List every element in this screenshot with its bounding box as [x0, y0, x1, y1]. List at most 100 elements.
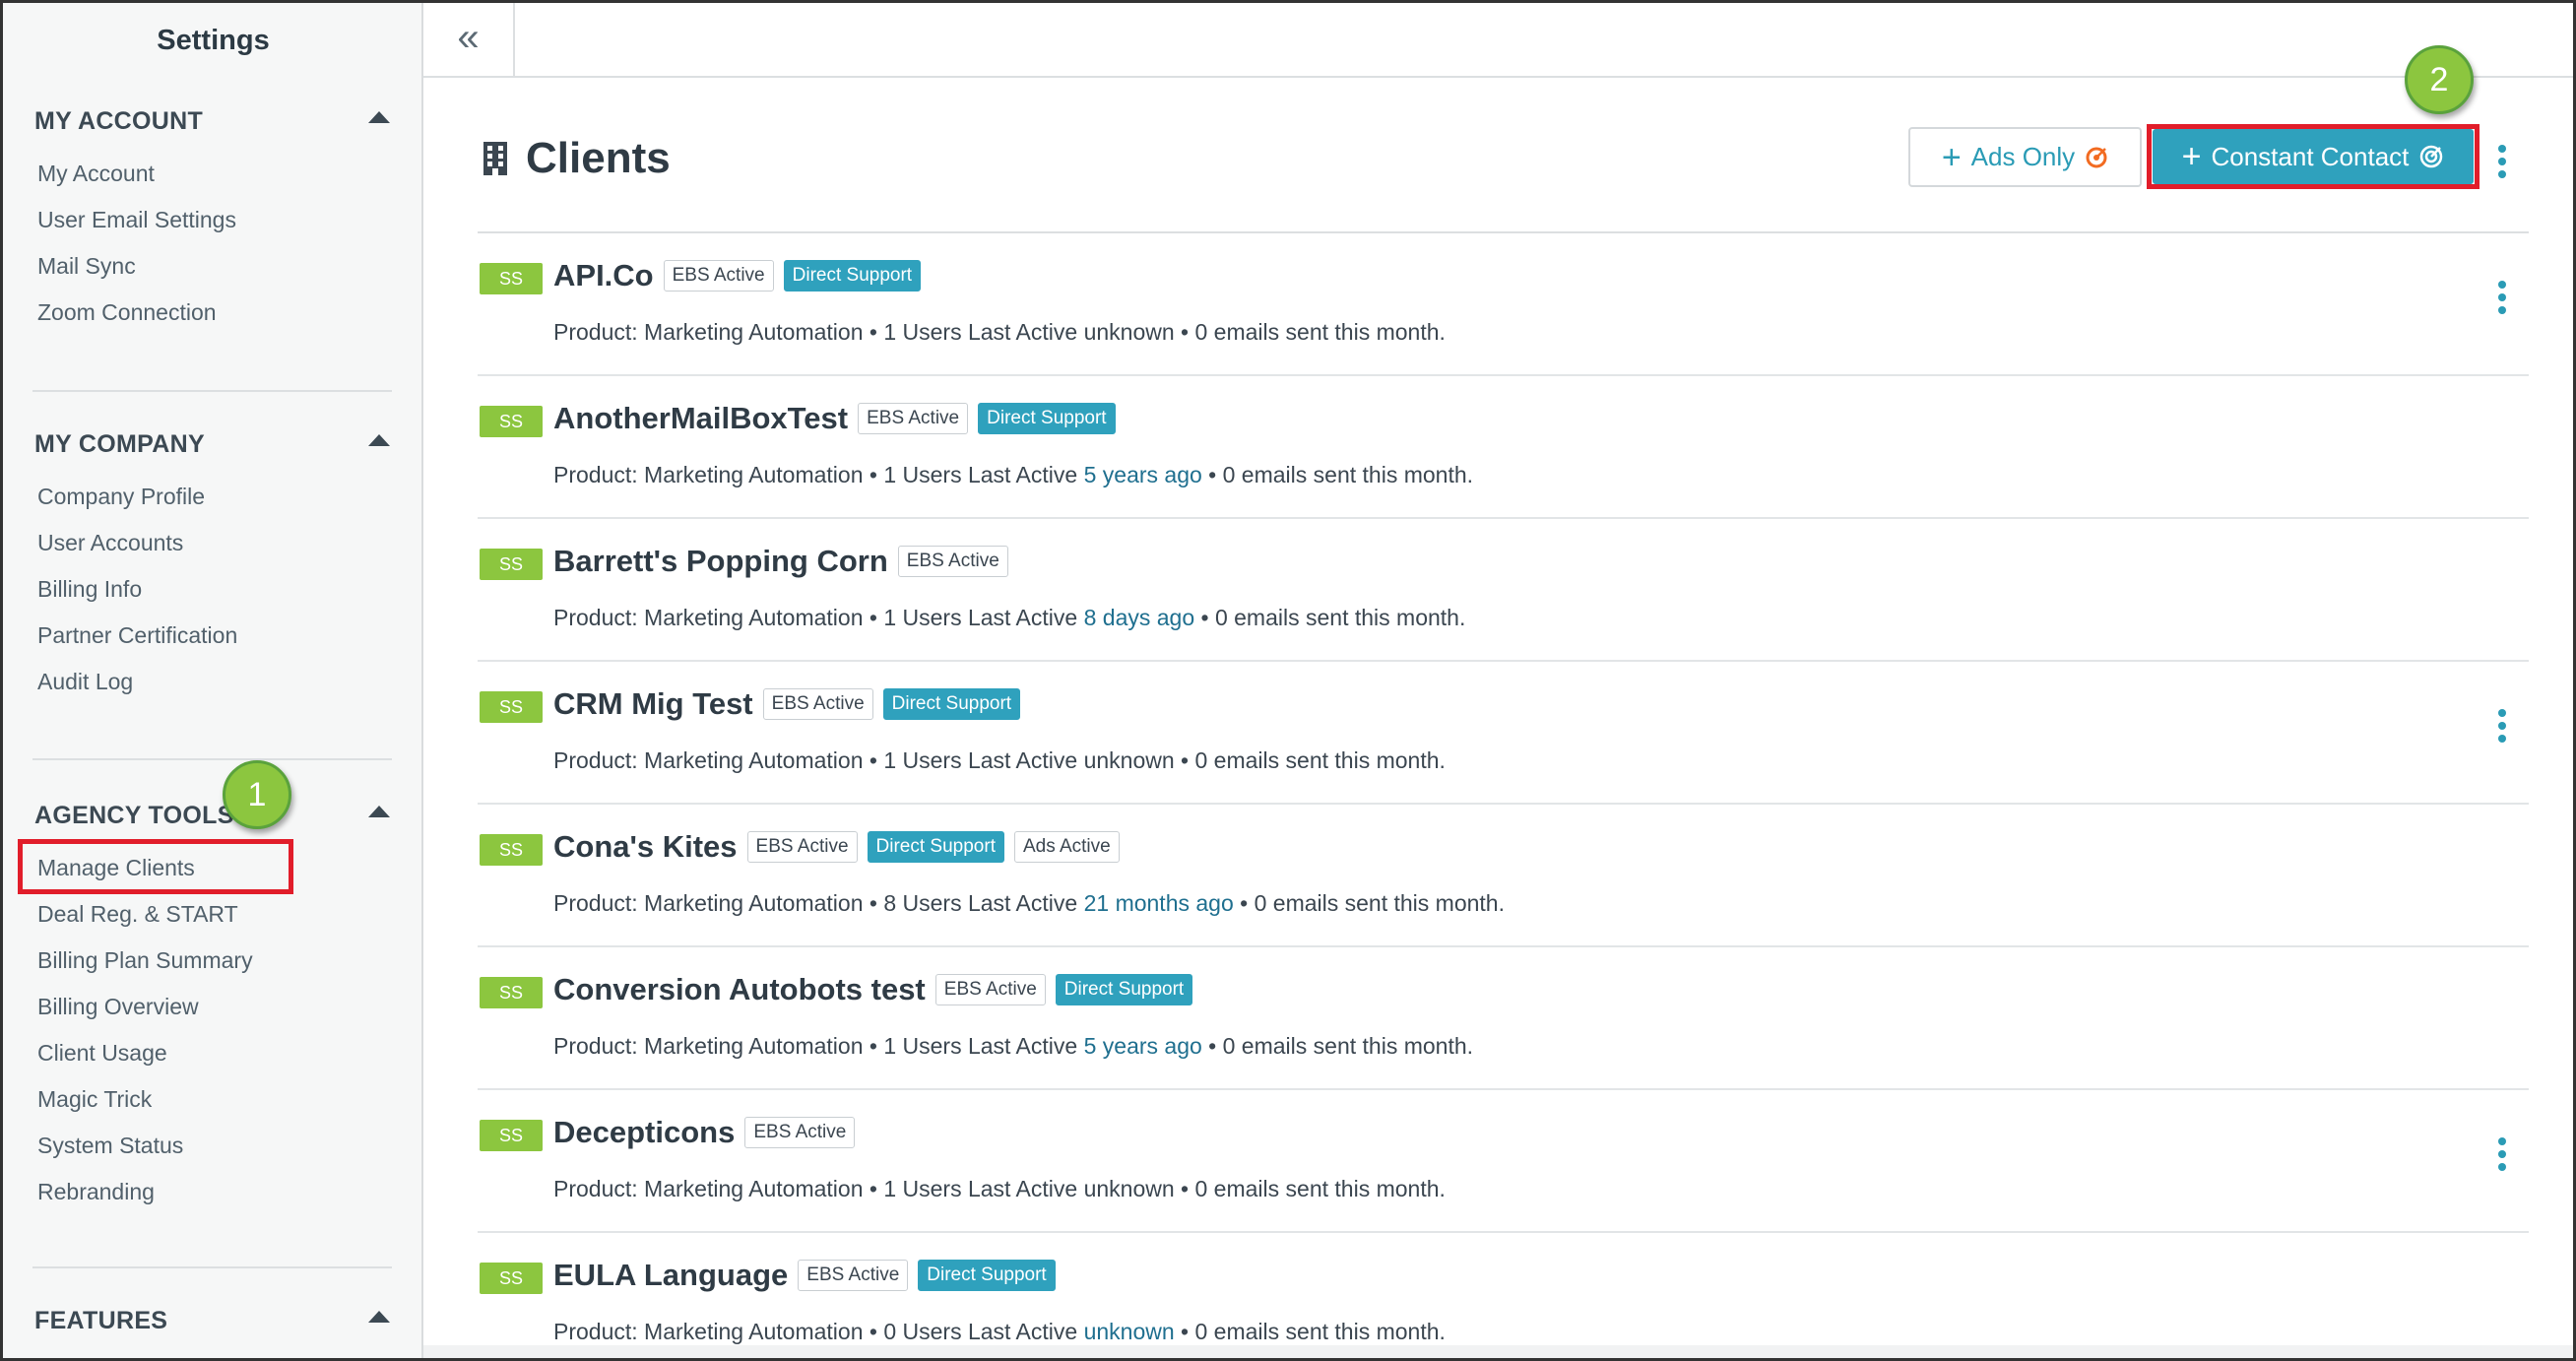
- caret-up-icon[interactable]: [368, 434, 390, 446]
- client-name-line: Decepticons EBS Active: [553, 1115, 856, 1150]
- client-row[interactable]: SS Conversion Autobots test EBS Active Dire…: [478, 947, 2529, 1090]
- sidebar-title: Settings: [157, 25, 270, 56]
- sidebar-item-system-status[interactable]: System Status: [32, 1123, 392, 1169]
- row-menu-kebab-icon[interactable]: [2497, 281, 2507, 314]
- last-active-value: unknown: [1083, 319, 1175, 345]
- plus-icon: +: [1941, 138, 1962, 176]
- section-my-company: MY COMPANY Company Profile User Accounts…: [32, 424, 392, 705]
- client-meta-prefix: Product: Marketing Automation • 1 Users …: [553, 1176, 1084, 1201]
- client-row[interactable]: SS CRM Mig Test EBS Active Direct Support Pr…: [478, 662, 2529, 805]
- row-menu-kebab-icon[interactable]: [2497, 1137, 2507, 1171]
- last-active-value[interactable]: 5 years ago: [1084, 1033, 1202, 1059]
- add-ads-only-label: Ads Only: [1970, 142, 2076, 171]
- ss-badge: SS: [480, 691, 543, 723]
- sidebar-item-billing-plan-summary[interactable]: Billing Plan Summary: [32, 938, 392, 984]
- client-meta-suffix: • 0 emails sent this month.: [1174, 1176, 1446, 1201]
- callout-step-1: 1: [223, 760, 291, 829]
- sidebar-item-client-usage[interactable]: Client Usage: [32, 1030, 392, 1076]
- last-active-value[interactable]: 5 years ago: [1084, 462, 1202, 487]
- status-badge: EBS Active: [858, 403, 969, 434]
- client-name-line: Barrett's Popping Corn EBS Active: [553, 544, 1008, 579]
- sidebar-item-deal-reg-start[interactable]: Deal Reg. & START: [32, 891, 392, 938]
- sidebar-item-user-accounts[interactable]: User Accounts: [32, 520, 392, 566]
- section-header-features[interactable]: FEATURES: [32, 1301, 392, 1350]
- client-row[interactable]: SS EULA Language EBS Active Direct Support P…: [478, 1233, 2529, 1361]
- last-active-value: unknown: [1083, 747, 1175, 773]
- sidebar-item-billing-info[interactable]: Billing Info: [32, 566, 392, 613]
- target-icon: [2086, 147, 2107, 167]
- client-meta: Product: Marketing Automation • 1 Users …: [553, 1176, 1446, 1202]
- page-menu-kebab-icon[interactable]: [2497, 145, 2507, 178]
- sidebar-item-user-email-settings[interactable]: User Email Settings: [32, 197, 392, 243]
- status-badge: Ads Active: [1013, 831, 1120, 863]
- client-meta-prefix: Product: Marketing Automation • 1 Users …: [553, 1033, 1084, 1059]
- status-badge: Direct Support: [918, 1260, 1056, 1291]
- caret-up-icon[interactable]: [368, 111, 390, 123]
- client-row[interactable]: SS Decepticons EBS Active Product: Marketin…: [478, 1090, 2529, 1233]
- section-divider: [32, 758, 392, 760]
- client-meta-suffix: • 0 emails sent this month.: [1174, 747, 1446, 773]
- status-badge: Direct Support: [978, 403, 1116, 434]
- section-divider: [32, 390, 392, 392]
- sidebar-item-audit-log[interactable]: Audit Log: [32, 659, 392, 705]
- last-active-value[interactable]: unknown: [1084, 1319, 1175, 1344]
- status-badge: Direct Support: [1055, 974, 1193, 1005]
- callout-step-2: 2: [2405, 45, 2474, 114]
- status-badge: EBS Active: [897, 546, 1008, 577]
- section-header-my-company[interactable]: MY COMPANY: [32, 424, 392, 474]
- ss-badge: SS: [480, 263, 543, 294]
- client-meta-suffix: • 0 emails sent this month.: [1174, 1319, 1446, 1344]
- client-meta-prefix: Product: Marketing Automation • 1 Users …: [553, 462, 1084, 487]
- row-menu-kebab-icon[interactable]: [2497, 709, 2507, 743]
- page-title-text: Clients: [526, 134, 671, 182]
- sidebar-item-magic-trick[interactable]: Magic Trick: [32, 1076, 392, 1123]
- client-meta-prefix: Product: Marketing Automation • 0 Users …: [553, 1319, 1084, 1344]
- sidebar-item-mail-sync[interactable]: Mail Sync: [32, 243, 392, 290]
- client-meta: Product: Marketing Automation • 1 Users …: [553, 462, 1473, 488]
- client-row[interactable]: SS Cona's Kites EBS Active Direct Support Ad…: [478, 805, 2529, 947]
- sidebar-item-billing-overview[interactable]: Billing Overview: [32, 984, 392, 1030]
- section-title: FEATURES: [34, 1307, 168, 1334]
- client-name-line: Cona's Kites EBS Active Direct Support Ads …: [553, 829, 1120, 865]
- section-header-agency-tools[interactable]: AGENCY TOOLS: [32, 796, 392, 845]
- client-name-link[interactable]: CRM Mig Test: [553, 686, 753, 722]
- sidebar-item-zoom-connection[interactable]: Zoom Connection: [32, 290, 392, 336]
- last-active-value[interactable]: 21 months ago: [1084, 890, 1234, 916]
- section-features: FEATURES: [32, 1301, 392, 1350]
- client-meta-prefix: Product: Marketing Automation • 8 Users …: [553, 890, 1084, 916]
- highlight-manage-clients: [18, 839, 293, 894]
- client-name-link[interactable]: AnotherMailBoxTest: [553, 401, 848, 436]
- horizontal-scrollbar[interactable]: [423, 1345, 2573, 1358]
- section-title: MY ACCOUNT: [34, 107, 204, 135]
- sidebar-item-partner-certification[interactable]: Partner Certification: [32, 613, 392, 659]
- client-row[interactable]: SS Barrett's Popping Corn EBS Active Produc…: [478, 519, 2529, 662]
- client-name-line: API.Co EBS Active Direct Support: [553, 258, 922, 293]
- client-meta-suffix: • 0 emails sent this month.: [1233, 890, 1505, 916]
- add-ads-only-button[interactable]: + Ads Only: [1908, 127, 2142, 187]
- sidebar-item-company-profile[interactable]: Company Profile: [32, 474, 392, 520]
- section-header-my-account[interactable]: MY ACCOUNT: [32, 101, 392, 151]
- client-meta-prefix: Product: Marketing Automation • 1 Users …: [553, 319, 1084, 345]
- ss-badge: SS: [480, 977, 543, 1008]
- client-name-link[interactable]: EULA Language: [553, 1258, 788, 1293]
- status-badge: Direct Support: [867, 831, 1004, 863]
- client-meta-suffix: • 0 emails sent this month.: [1194, 605, 1466, 630]
- client-name-link[interactable]: Conversion Autobots test: [553, 972, 926, 1007]
- caret-up-icon[interactable]: [368, 1311, 390, 1323]
- last-active-value[interactable]: 8 days ago: [1084, 605, 1195, 630]
- client-meta: Product: Marketing Automation • 1 Users …: [553, 747, 1446, 774]
- sidebar-item-rebranding[interactable]: Rebranding: [32, 1169, 392, 1215]
- client-meta-prefix: Product: Marketing Automation • 1 Users …: [553, 747, 1084, 773]
- client-row[interactable]: SS AnotherMailBoxTest EBS Active Direct Sup…: [478, 376, 2529, 519]
- client-name-link[interactable]: Cona's Kites: [553, 829, 738, 865]
- client-name-link[interactable]: Decepticons: [553, 1115, 735, 1150]
- client-name-link[interactable]: API.Co: [553, 258, 654, 293]
- sidebar-item-my-account[interactable]: My Account: [32, 151, 392, 197]
- client-meta: Product: Marketing Automation • 1 Users …: [553, 605, 1465, 631]
- client-meta: Product: Marketing Automation • 8 Users …: [553, 890, 1505, 917]
- collapse-sidebar-icon[interactable]: «: [423, 3, 515, 76]
- client-row[interactable]: SS API.Co EBS Active Direct Support Product:…: [478, 233, 2529, 376]
- caret-up-icon[interactable]: [368, 806, 390, 817]
- building-icon: [483, 142, 507, 175]
- client-name-link[interactable]: Barrett's Popping Corn: [553, 544, 888, 579]
